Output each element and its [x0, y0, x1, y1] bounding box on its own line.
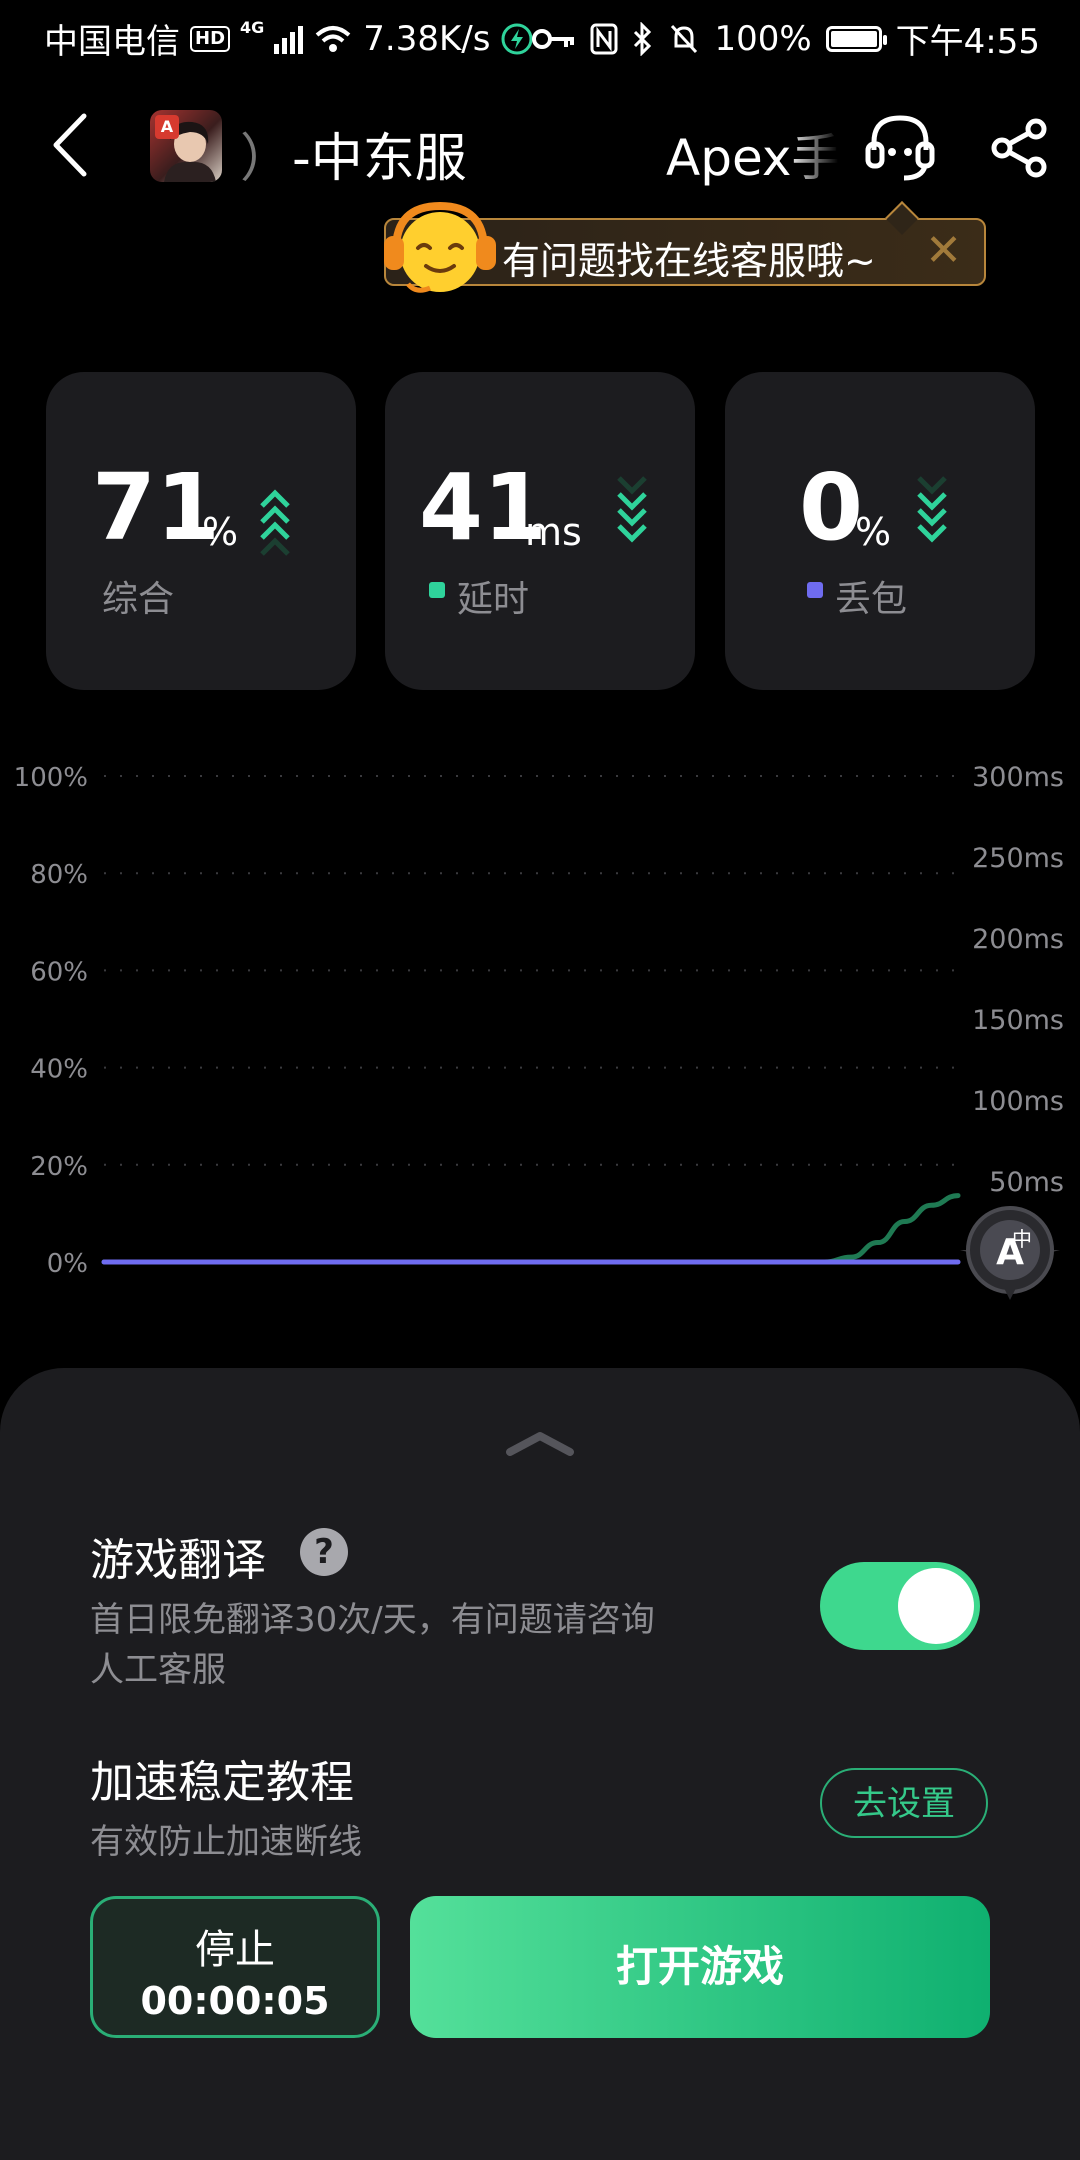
double-up-arrow-icon — [260, 489, 290, 556]
translate-title: 游戏翻译 — [90, 1535, 266, 1586]
y-right-tick-label: 300ms — [972, 762, 1064, 793]
nfc-icon — [590, 23, 618, 54]
latency-legend-square — [429, 582, 445, 598]
status-left: 中国电信 HD 4G 7.38K/s — [44, 14, 534, 63]
latency-chart: 100% 80% 60% 40% 20% 0% 300ms 250ms 200ms 150ms 10… — [14, 762, 1064, 1279]
carrier-label: 中国电信 — [44, 22, 180, 62]
loss-value: 0 — [799, 454, 864, 561]
toggle-knob — [898, 1568, 974, 1644]
y-right-tick-label: 50ms — [989, 1167, 1064, 1198]
battery-icon — [825, 25, 887, 52]
translate-float-button[interactable]: A 中 — [958, 1196, 1062, 1306]
stat-card-packet-loss: 0 % 丢包 — [725, 372, 1035, 690]
network-type: 4G — [240, 18, 265, 37]
status-bar: 中国电信 HD 4G 7.38K/s 100% 下午4:55 — [0, 0, 1080, 72]
close-icon[interactable]: ✕ — [925, 226, 962, 276]
y-left-tick-label: 0% — [47, 1249, 88, 1279]
y-left-tick-label: 20% — [30, 1152, 88, 1182]
overall-value: 71 — [92, 454, 221, 561]
y-right-tick-label: 150ms — [972, 1005, 1064, 1036]
overall-label: 综合 — [102, 579, 175, 620]
clock: 下午4:55 — [895, 22, 1040, 62]
stop-button[interactable]: 停止 00:00:05 — [90, 1896, 380, 2038]
y-left-tick-label: 40% — [30, 1055, 88, 1085]
back-arrow-icon[interactable] — [50, 110, 90, 180]
svg-text:中: 中 — [1012, 1227, 1032, 1251]
tutorial-desc: 有效防止加速断线 — [90, 1822, 362, 1862]
y-left-tick-label: 100% — [14, 763, 88, 793]
elapsed-timer: 00:00:05 — [140, 1979, 330, 2023]
mascot-headset-icon — [384, 201, 496, 293]
y-left-tick-label: 60% — [30, 957, 88, 987]
battery-percent: 100% — [714, 18, 812, 59]
customer-service-icon[interactable] — [862, 108, 938, 184]
translate-desc-line2: 人工客服 — [90, 1650, 226, 1690]
y-right-tick-label: 200ms — [972, 924, 1064, 955]
stat-card-latency: 41 ms 延时 — [385, 372, 695, 690]
translate-desc-line1: 首日限免翻译30次/天，有问题请咨询 — [90, 1600, 655, 1640]
loss-label: 丢包 — [835, 579, 908, 620]
y-right-tick-label: 250ms — [972, 843, 1064, 874]
y-right-tick-label: 100ms — [972, 1086, 1064, 1117]
latency-unit: ms — [525, 510, 582, 554]
series-line-0 — [101, 1193, 961, 1265]
wifi-icon — [315, 25, 351, 52]
title-paren: ） — [240, 129, 293, 189]
chevron-up-icon[interactable] — [504, 1428, 576, 1458]
overall-unit: % — [202, 510, 239, 554]
apex-logo-icon: A — [155, 115, 179, 139]
translate-toggle[interactable] — [820, 1562, 980, 1650]
title-text: -中东服 — [292, 129, 467, 189]
hd-icon: HD — [190, 25, 231, 52]
share-icon[interactable] — [990, 118, 1048, 178]
signal-icon — [274, 24, 304, 54]
go-settings-button[interactable]: 去设置 — [820, 1768, 988, 1838]
loss-unit: % — [855, 510, 892, 554]
vpn-key-icon — [532, 28, 575, 49]
game-name-marquee: Apex手 — [666, 129, 838, 187]
loss-legend-square — [807, 582, 823, 598]
tooltip-text: 有问题找在线客服哦~ — [502, 239, 876, 283]
double-down-arrow-icon — [917, 476, 947, 543]
game-icon: A — [150, 110, 222, 182]
bluetooth-icon — [634, 21, 652, 56]
stop-label: 停止 — [195, 1927, 275, 1973]
mute-bell-icon — [671, 24, 698, 53]
charging-icon — [501, 23, 533, 54]
latency-label: 延时 — [457, 579, 530, 620]
y-left-tick-label: 80% — [30, 860, 88, 890]
tutorial-title: 加速稳定教程 — [90, 1757, 354, 1808]
page-title: ）-中东服 — [240, 116, 467, 191]
double-down-arrow-icon — [617, 476, 647, 543]
net-speed: 7.38K/s — [363, 18, 491, 59]
help-icon[interactable]: ? — [300, 1528, 348, 1576]
open-game-button[interactable]: 打开游戏 — [410, 1896, 990, 2038]
status-right: 100% 下午4:55 — [532, 14, 1040, 63]
stat-card-overall: 71 % 综合 — [46, 372, 356, 690]
